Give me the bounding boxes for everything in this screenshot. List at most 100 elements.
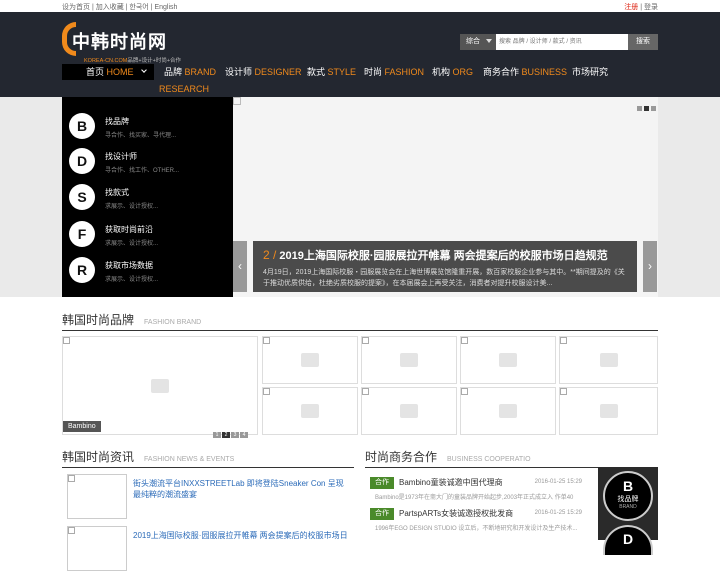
search-category-select[interactable]: 综合 [460, 34, 496, 50]
nav-style[interactable]: 款式 STYLE [307, 64, 356, 80]
broken-image-icon [362, 388, 369, 395]
news-thumbnail[interactable] [67, 526, 127, 571]
letter-badge: F [69, 221, 95, 247]
utility-links[interactable]: 设为首页 | 加入收藏 | 한국어 | English [62, 2, 177, 12]
broken-image-icon [362, 337, 369, 344]
business-item[interactable]: 合作 Bambino童装诚邀中国代理商 2016-01-25 15:29 Bam… [370, 473, 585, 503]
menu-item-find-designer[interactable]: D 找设计师 寻合作、找工作、OTHER... [69, 143, 229, 179]
brand-thumb[interactable] [361, 387, 457, 435]
nav-label-cn: 市场研究 [572, 67, 609, 77]
chevron-down-icon [141, 67, 147, 73]
news-item[interactable]: 街头潮流平台INXXSTREETLab 即将登陆Sneaker Con 呈现最纯… [63, 474, 353, 520]
nav-label-en: BRAND [184, 67, 217, 77]
broken-image-icon [263, 388, 270, 395]
nav-business[interactable]: 商务合作 BUSINESS [483, 64, 567, 80]
login-link[interactable]: 登录 [644, 4, 658, 11]
pager-dot-active[interactable]: 2 [222, 432, 230, 438]
slide-description: 4月19日，2019上海国际校服・园服展览会在上海世博展览馆隆重开展，数百家校服… [263, 269, 625, 287]
top-utility-bar: 设为首页 | 加入收藏 | 한국어 | English 注册 | 登录 [0, 0, 720, 12]
image-placeholder-icon [151, 378, 169, 393]
nav-label-cn: 品牌 [164, 67, 183, 77]
news-thumbnail[interactable] [67, 474, 127, 519]
business-title[interactable]: PartspARTs女装诚邀授权批发商 [399, 508, 513, 519]
slide-caption[interactable]: 2 / 2019上海国际校服·园服展拉开帷幕 两会提案后的校服市场日趋规范 4月… [253, 241, 637, 292]
carousel-dot[interactable] [637, 106, 642, 111]
menu-item-fashion-trends[interactable]: F 获取时尚前沿 求展示、设计授权... [69, 216, 229, 252]
home-dropdown-menu: B 找品牌 寻合作、找买家、寻代理... D 找设计师 寻合作、找工作、OTHE… [62, 97, 233, 297]
brand-thumb[interactable] [262, 336, 358, 384]
find-brand-badge[interactable]: B 找品牌 BRAND [603, 471, 653, 521]
logo-text: 中韩时尚网 [72, 32, 167, 52]
menu-item-desc: 求展示、设计授权... [105, 241, 159, 247]
carousel-dots [635, 102, 656, 114]
nav-label-en: RESEARCH [159, 84, 210, 94]
image-placeholder-icon [400, 404, 418, 418]
section-subtitle: FASHION NEWS & EVENTS [144, 456, 235, 463]
nav-org[interactable]: 机构 ORG [432, 64, 473, 80]
section-title: 时尚商务合作 [365, 450, 438, 464]
menu-item-title: 获取时尚前沿 [105, 225, 153, 234]
find-designer-badge[interactable]: D [603, 525, 653, 555]
brand-pager: 1234 [212, 427, 248, 439]
carousel-dot-active[interactable] [644, 106, 649, 111]
business-item[interactable]: 合作 PartspARTs女装诚邀授权批发商 2016-01-25 15:29 … [370, 504, 585, 534]
news-title[interactable]: 街头潮流平台INXXSTREETLab 即将登陆Sneaker Con 呈现最纯… [133, 478, 348, 500]
nav-research-en[interactable]: RESEARCH [159, 81, 209, 97]
section-subtitle: BUSINESS COOPERATIO [447, 456, 531, 463]
business-section-header: 时尚商务合作 BUSINESS COOPERATIO [365, 448, 658, 468]
site-logo[interactable]: 中韩时尚网 KOREA-CN.COM品牌+设计+时尚+合作 [62, 22, 187, 66]
nav-label-cn: 机构 [432, 67, 451, 77]
menu-item-desc: 求展示、设计授权... [105, 204, 159, 210]
menu-item-title: 找设计师 [105, 152, 137, 161]
image-placeholder-icon [599, 353, 618, 367]
brand-thumb[interactable] [361, 336, 457, 384]
menu-item-market-data[interactable]: R 获取市场数据 求展示、设计授权... [69, 252, 229, 288]
carousel-dot[interactable] [651, 106, 656, 111]
business-desc: 1996年EGO DESIGN STUDIO 设立后，不断地研究和开发设计及生产… [375, 526, 578, 532]
news-item[interactable]: 2019上海国际校服·园服展拉开帷幕 两会提案后的校服市场日 [63, 526, 353, 572]
news-title[interactable]: 2019上海国际校服·园服展拉开帷幕 两会提案后的校服市场日 [133, 530, 348, 541]
pager-dot[interactable]: 3 [231, 432, 239, 438]
search-bar: 综合 搜索 [460, 34, 658, 50]
register-link[interactable]: 注册 [624, 4, 638, 11]
pager-dot[interactable]: 1 [213, 432, 221, 438]
nav-label-cn: 时尚 [364, 67, 383, 77]
nav-fashion[interactable]: 时尚 FASHION [364, 64, 424, 80]
badge-subtitle: BRAND [619, 504, 637, 510]
pager-dot[interactable]: 4 [240, 432, 248, 438]
nav-label-en: ORG [452, 67, 474, 77]
slide-number: 2 / [263, 248, 277, 262]
logo-subtitle: KOREA-CN.COM品牌+设计+时尚+合作 [84, 56, 181, 64]
brand-thumb[interactable] [262, 387, 358, 435]
menu-item-desc: 寻合作、找工作、OTHER... [105, 168, 180, 174]
search-input[interactable] [496, 34, 628, 50]
brand-thumb[interactable] [559, 336, 658, 384]
prev-slide-button[interactable]: ‹ [233, 241, 247, 292]
brand-featured-label[interactable]: Bambino [63, 421, 101, 432]
badge-title: 找品牌 [617, 496, 639, 503]
broken-image-icon [63, 337, 70, 344]
broken-image-icon [68, 475, 75, 482]
nav-label-en: FASHION [384, 67, 425, 77]
nav-brand[interactable]: 品牌 BRAND [164, 64, 216, 80]
menu-item-find-style[interactable]: S 找款式 求展示、设计授权... [69, 179, 229, 215]
next-slide-button[interactable]: › [643, 241, 657, 292]
nav-label-en: BUSINESS [521, 67, 568, 77]
brand-thumb[interactable] [559, 387, 658, 435]
brand-thumb[interactable] [460, 336, 556, 384]
business-title[interactable]: Bambino童装诚邀中国代理商 [399, 477, 503, 488]
menu-item-title: 找品牌 [105, 117, 129, 126]
business-desc: Bambino是1973年在斋大门的童装品牌开始起步,2003年正式成立入 作单… [375, 495, 574, 501]
brand-section-header: 韩国时尚品牌 FASHION BRAND [62, 311, 658, 331]
menu-item-find-brand[interactable]: B 找品牌 寻合作、找买家、寻代理... [69, 108, 229, 144]
nav-designer[interactable]: 设计师 DESIGNER [225, 64, 302, 80]
nav-research[interactable]: 市场研究 [572, 64, 608, 80]
brand-thumb[interactable] [460, 387, 556, 435]
section-title: 韩国时尚资讯 [62, 450, 135, 464]
search-button[interactable]: 搜索 [628, 34, 658, 50]
broken-image-icon [560, 337, 567, 344]
nav-home[interactable]: 首页 HOME [62, 64, 154, 80]
nav-home-en: HOME [106, 67, 134, 77]
chevron-down-icon [486, 39, 492, 43]
nav-label-cn: 商务合作 [483, 67, 520, 77]
